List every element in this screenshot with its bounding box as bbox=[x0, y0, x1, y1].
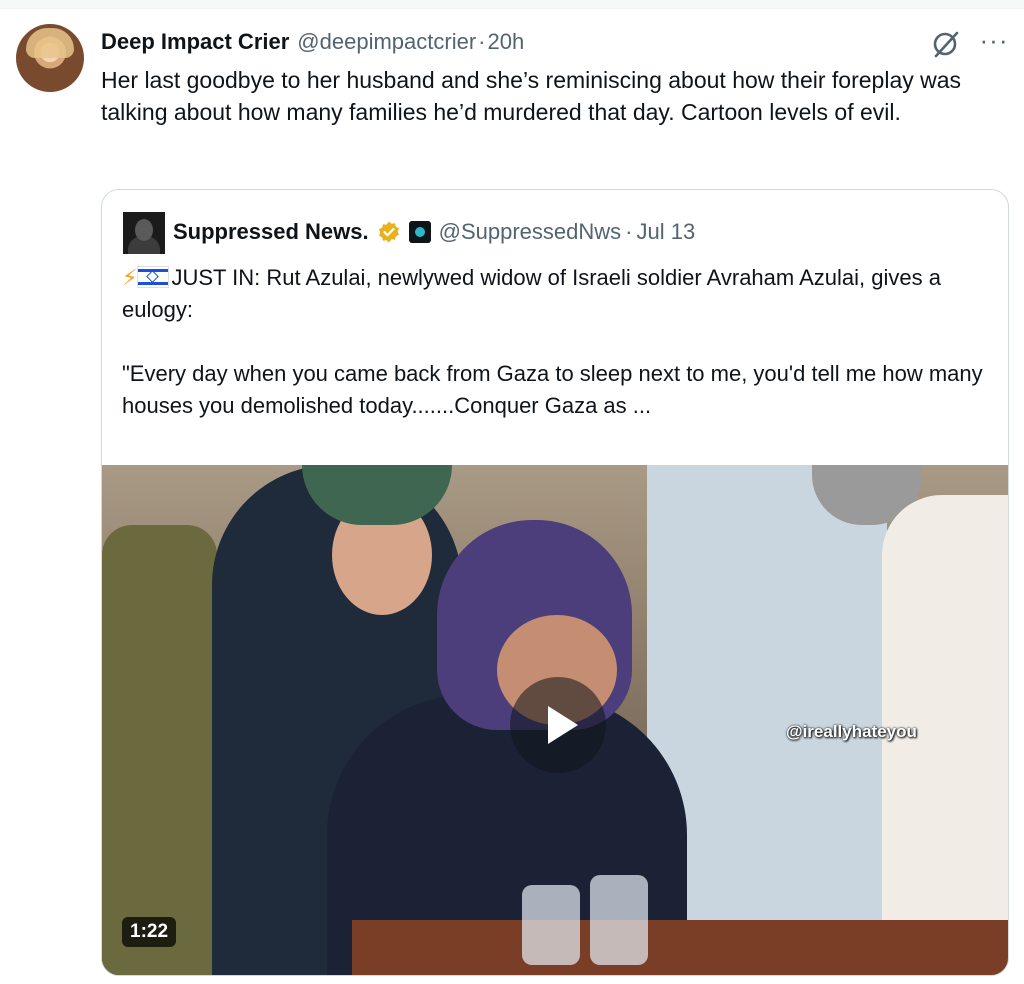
video-watermark: @ireallyhateyou bbox=[786, 722, 917, 741]
quoted-author-avatar[interactable] bbox=[123, 212, 165, 254]
tweet-text: Her last goodbye to her husband and she’… bbox=[101, 67, 962, 125]
video-podium bbox=[352, 920, 1008, 975]
lightning-icon: ⚡ bbox=[122, 265, 138, 290]
video-figure-left-soldier bbox=[102, 525, 217, 975]
israel-flag-icon bbox=[137, 266, 170, 288]
tweet-header: Deep Impact Crier @deepimpactcrier · 20h bbox=[101, 24, 524, 60]
quoted-text-line1: JUST IN: Rut Azulai, newlywed widow of I… bbox=[122, 265, 941, 322]
affiliate-badge bbox=[408, 221, 431, 243]
quoted-tweet[interactable]: Suppressed News. @SuppressedNws · Jul 13… bbox=[101, 189, 1009, 976]
more-icon[interactable]: ··· bbox=[976, 26, 1012, 58]
video-player[interactable]: @ireallyhateyou 1:22 bbox=[102, 465, 1008, 975]
play-button[interactable] bbox=[510, 677, 606, 773]
quoted-author-handle[interactable]: @SuppressedNws bbox=[439, 219, 622, 245]
tweet-time[interactable]: 20h bbox=[487, 29, 524, 55]
quoted-author-name[interactable]: Suppressed News. bbox=[173, 219, 369, 245]
author-avatar[interactable] bbox=[16, 24, 84, 92]
top-divider bbox=[0, 0, 1024, 9]
quoted-tweet-header: Suppressed News. @SuppressedNws · Jul 13 bbox=[173, 214, 695, 250]
header-separator: · bbox=[478, 29, 486, 54]
video-water-bottle-2 bbox=[590, 875, 648, 965]
grok-icon[interactable] bbox=[930, 28, 962, 60]
author-handle[interactable]: @deepimpactcrier bbox=[297, 29, 476, 55]
quoted-header-separator: · bbox=[625, 219, 633, 244]
quoted-tweet-text: ⚡ JUST IN: Rut Azulai, newlywed widow of … bbox=[122, 262, 992, 422]
verified-gold-badge bbox=[378, 221, 399, 243]
video-duration: 1:22 bbox=[122, 917, 177, 947]
quoted-tweet-time[interactable]: Jul 13 bbox=[637, 219, 696, 245]
quoted-text-body: "Every day when you came back from Gaza … bbox=[122, 361, 983, 418]
author-name[interactable]: Deep Impact Crier bbox=[101, 29, 289, 55]
video-water-bottle-1 bbox=[522, 885, 580, 965]
